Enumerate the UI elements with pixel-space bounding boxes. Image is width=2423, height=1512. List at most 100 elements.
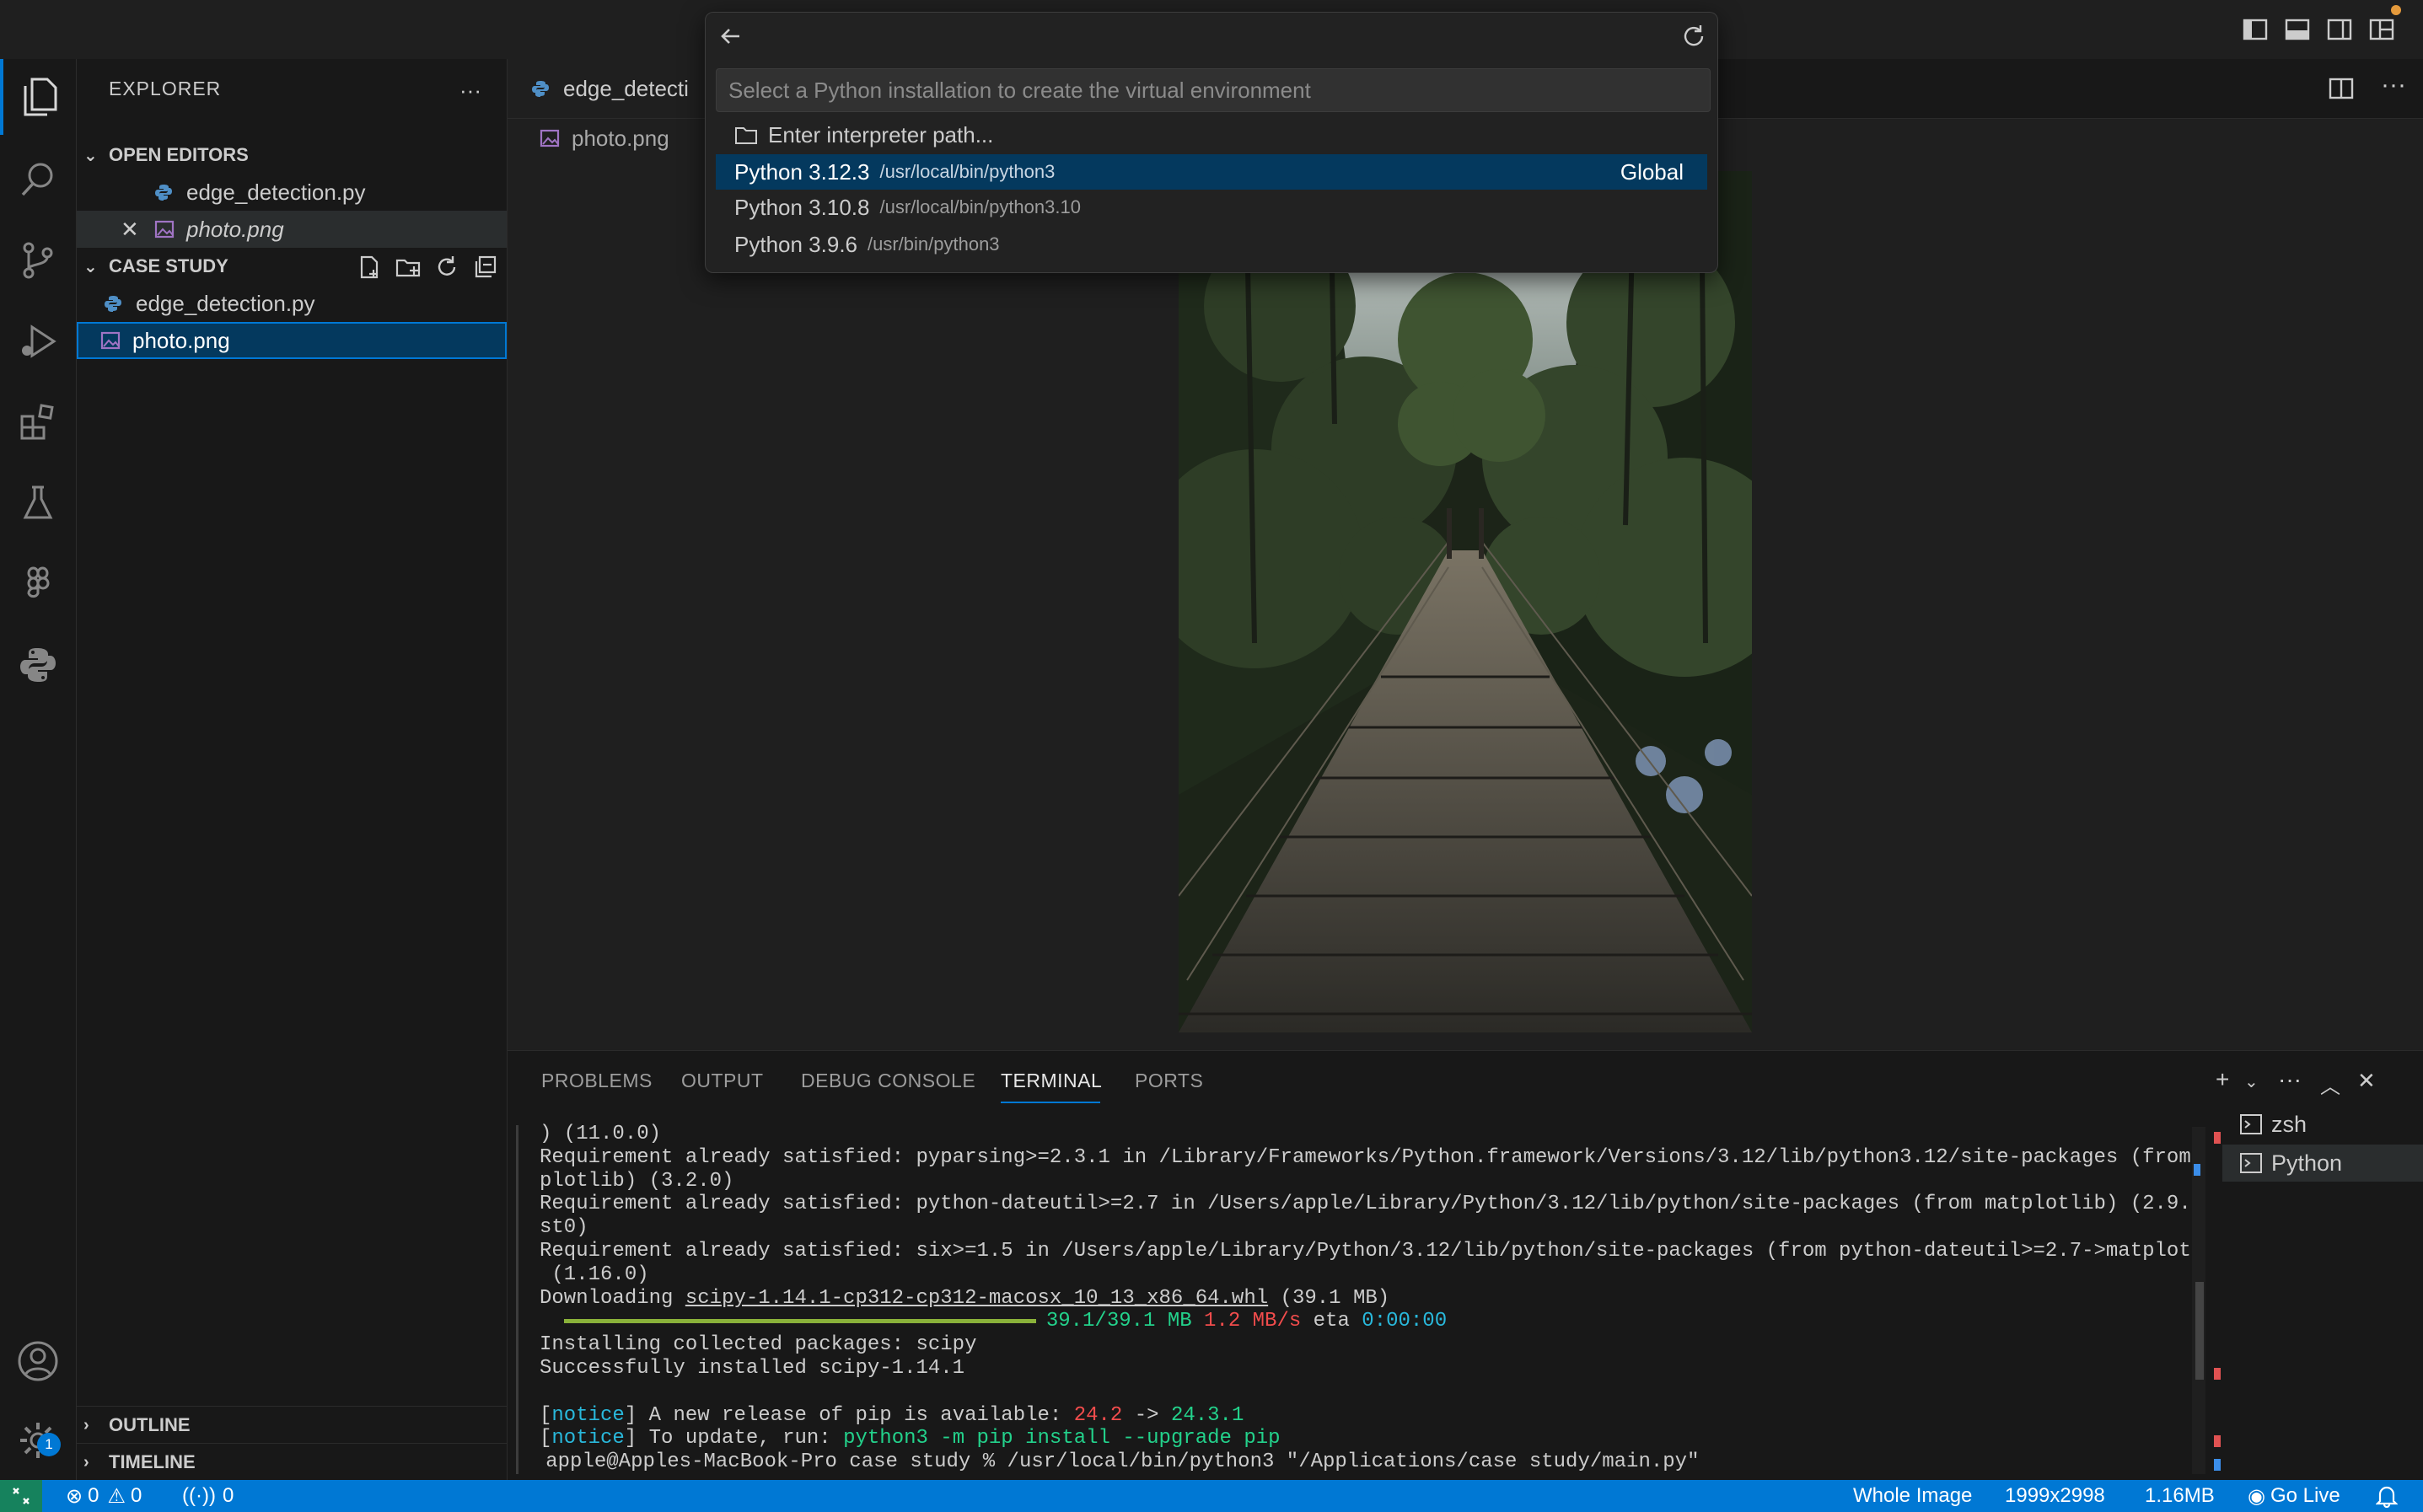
- terminal-item-python[interactable]: Python: [2222, 1145, 2423, 1182]
- scroll-marker: [2214, 1435, 2221, 1447]
- workspace-title: CASE STUDY: [109, 255, 228, 276]
- workspace-header[interactable]: ⌄ CASE STUDY: [77, 248, 507, 285]
- broadcast-icon: ◉: [2248, 1484, 2265, 1508]
- tab-terminal[interactable]: TERMINAL: [1001, 1070, 1102, 1092]
- terminal-icon: [2240, 1153, 2262, 1173]
- tab-label: edge_detecti: [563, 75, 689, 101]
- notice-tag: notice: [551, 1403, 625, 1427]
- terminal-prompt-line: ⊗ apple@Apples-MacBook-Pro case study % …: [540, 1450, 2192, 1476]
- refresh-icon[interactable]: [434, 255, 459, 280]
- image-dimensions-status[interactable]: 1999x2998: [2005, 1480, 2105, 1512]
- quick-pick-tag: Global: [1620, 158, 1684, 185]
- close-icon[interactable]: ✕: [121, 217, 154, 243]
- terminal-line: Requirement already satisfied: pyparsing…: [540, 1145, 2192, 1169]
- image-preview: [1179, 171, 1752, 1032]
- open-editor-item-active[interactable]: ✕ photo.png: [77, 211, 507, 248]
- source-control-icon[interactable]: [0, 223, 76, 298]
- scroll-marker: [2214, 1132, 2221, 1144]
- error-count: 0: [88, 1484, 99, 1507]
- outline-header[interactable]: › OUTLINE: [77, 1406, 507, 1444]
- toggle-panel-icon[interactable]: [2283, 15, 2312, 44]
- open-editors-header[interactable]: ⌄ OPEN EDITORS: [77, 137, 507, 174]
- tab-edge-detection[interactable]: edge_detecti: [508, 59, 733, 118]
- terminal-notice-line: [notice] To update, run: python3 -m pip …: [540, 1427, 1281, 1450]
- back-arrow-icon[interactable]: [717, 23, 744, 50]
- terminal-progress-line: 39.1/39.1 MB 1.2 MB/s eta 0:00:00: [540, 1310, 2192, 1333]
- quick-pick-input[interactable]: Select a Python installation to create t…: [716, 68, 1711, 112]
- notice-text: A new release of pip is available:: [637, 1403, 1074, 1427]
- terminal-line: Requirement already satisfied: six>=1.5 …: [540, 1239, 2192, 1263]
- python-file-icon: [532, 81, 549, 97]
- notifications-bell-icon[interactable]: [2376, 1480, 2398, 1512]
- quick-pick-label: Python 3.12.3: [734, 158, 870, 185]
- image-size-status[interactable]: 1.16MB: [2145, 1480, 2215, 1512]
- account-icon[interactable]: [0, 1323, 76, 1399]
- toggle-primary-sidebar-icon[interactable]: [2241, 15, 2270, 44]
- whole-image-status[interactable]: Whole Image: [1853, 1480, 1972, 1512]
- new-file-icon[interactable]: [357, 255, 382, 280]
- new-folder-icon[interactable]: [395, 255, 421, 280]
- tab-output[interactable]: OUTPUT: [681, 1070, 764, 1092]
- scrollbar-thumb[interactable]: [2195, 1282, 2204, 1380]
- file-item[interactable]: edge_detection.py: [77, 285, 507, 322]
- split-editor-icon[interactable]: [2327, 74, 2356, 103]
- download-link[interactable]: scipy-1.14.1-cp312-cp312-macosx_10_13_x8…: [685, 1287, 1268, 1310]
- quick-pick-path: /usr/local/bin/python3: [879, 161, 1056, 182]
- ports-status[interactable]: ((·)) 0: [182, 1480, 234, 1512]
- image-file-icon: [100, 331, 121, 350]
- tab-problems[interactable]: PROBLEMS: [541, 1070, 653, 1092]
- close-panel-icon[interactable]: ✕: [2357, 1068, 2376, 1094]
- terminal-list: zsh Python: [2222, 1106, 2423, 1224]
- go-live-button[interactable]: ◉ Go Live: [2248, 1480, 2340, 1512]
- file-label: photo.png: [132, 327, 230, 353]
- chevron-right-icon: ›: [83, 1415, 89, 1434]
- python-icon[interactable]: [0, 627, 76, 703]
- quick-pick-item-python-3-12[interactable]: Python 3.12.3 /usr/local/bin/python3 Glo…: [716, 154, 1707, 190]
- collapse-all-icon[interactable]: [473, 255, 498, 280]
- panel-more-icon[interactable]: ···: [2278, 1066, 2302, 1093]
- settings-badge: 1: [37, 1433, 61, 1456]
- explorer-icon[interactable]: [0, 59, 76, 135]
- quick-pick-label: Python 3.10.8: [734, 194, 870, 220]
- open-editor-label: photo.png: [186, 216, 284, 242]
- maximize-panel-icon[interactable]: ︿: [2320, 1070, 2340, 1099]
- file-item-selected[interactable]: photo.png: [77, 322, 507, 359]
- extensions-icon[interactable]: [0, 384, 76, 460]
- tab-debug-console[interactable]: DEBUG CONSOLE: [801, 1070, 975, 1092]
- terminal-item-zsh[interactable]: zsh: [2222, 1106, 2423, 1143]
- more-actions-icon[interactable]: ···: [459, 78, 481, 104]
- breadcrumb-file[interactable]: photo.png: [572, 126, 669, 152]
- terminal-line: (1.16.0): [540, 1263, 649, 1286]
- problems-status[interactable]: ⊗ 0 ⚠ 0: [66, 1480, 142, 1512]
- file-label: edge_detection.py: [136, 290, 315, 316]
- figma-icon[interactable]: [0, 546, 76, 622]
- activity-bar: [0, 59, 77, 1480]
- terminal-icon: [2240, 1114, 2262, 1134]
- testing-icon[interactable]: [0, 465, 76, 541]
- timeline-header[interactable]: › TIMELINE: [77, 1443, 507, 1481]
- new-terminal-icon[interactable]: +: [2216, 1066, 2229, 1093]
- terminal-line: plotlib) (3.2.0): [540, 1169, 734, 1193]
- search-icon[interactable]: [0, 142, 76, 217]
- terminal-line: ) (11.0.0): [540, 1123, 662, 1145]
- editor-more-icon[interactable]: ···: [2381, 71, 2406, 99]
- notice-command: python3 -m pip install --upgrade pip: [843, 1427, 1281, 1450]
- quick-pick-item-enter-path[interactable]: Enter interpreter path...: [716, 117, 1726, 153]
- chevron-down-icon[interactable]: ⌄: [2244, 1071, 2259, 1092]
- open-editor-item[interactable]: edge_detection.py: [77, 174, 507, 211]
- status-bar: ⊗ 0 ⚠ 0 ((·)) 0 Whole Image 1999x2998 1.…: [0, 1480, 2423, 1512]
- toggle-secondary-sidebar-icon[interactable]: [2325, 15, 2354, 44]
- terminal-line: Requirement already satisfied: python-da…: [540, 1193, 2192, 1216]
- progress-done: 39.1/39.1 MB: [1045, 1310, 1192, 1333]
- terminal-output[interactable]: ) (11.0.0) Requirement already satisfied:…: [540, 1123, 2192, 1480]
- quick-pick-item-python-3-9[interactable]: Python 3.9.6 /usr/bin/python3: [716, 227, 1726, 262]
- remote-indicator-icon[interactable]: [0, 1480, 42, 1512]
- customize-layout-icon[interactable]: [2367, 15, 2396, 44]
- tab-ports[interactable]: PORTS: [1135, 1070, 1203, 1092]
- quick-pick-item-python-3-10[interactable]: Python 3.10.8 /usr/local/bin/python3.10: [716, 190, 1726, 225]
- refresh-icon[interactable]: [1680, 23, 1707, 50]
- terminal-scroll-gutter: [516, 1125, 518, 1474]
- open-editors-title: OPEN EDITORS: [109, 144, 249, 165]
- run-debug-icon[interactable]: [0, 303, 76, 379]
- terminal-line: st0): [540, 1216, 588, 1240]
